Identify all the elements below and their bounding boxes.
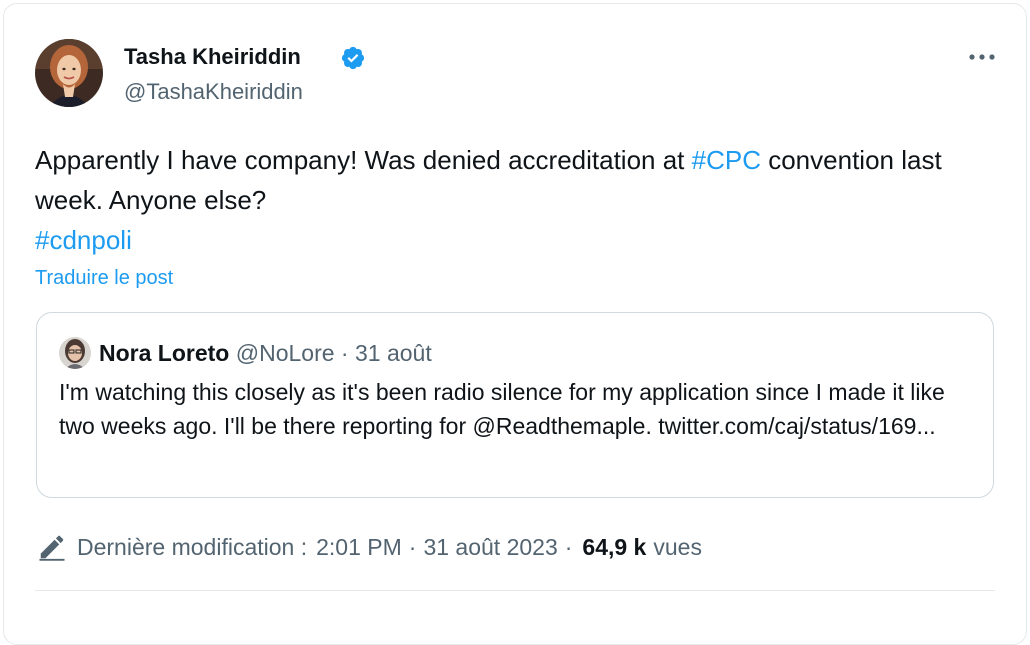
verified-badge-icon [340,45,366,71]
tweet-date[interactable]: 31 août 2023 [423,534,557,561]
views-count: 64,9 k [582,533,647,560]
tweet-footer: Dernière modification : 2:01 PM · 31 aoû… [37,524,702,570]
author-handle[interactable]: @TashaKheiriddin [124,77,303,107]
hashtag-link[interactable]: #cdnpoli [35,225,132,255]
author-avatar[interactable] [35,39,103,107]
divider [35,590,995,591]
separator-dot: · [340,340,349,366]
author-name[interactable]: Tasha Kheiriddin [124,42,301,72]
tweet-text: Apparently I have company! Was denied ac… [35,140,1010,260]
quoted-tweet-date: 31 août [354,340,432,366]
quoted-tweet-header: Nora Loreto @NoLore · 31 août [99,337,432,369]
translate-post-link[interactable]: Traduire le post [35,264,173,292]
quoted-author-name: Nora Loreto [99,340,230,366]
quoted-tweet[interactable]: Nora Loreto @NoLore · 31 août I'm watchi… [36,312,994,498]
separator-dot: · [564,533,573,560]
hashtag-link[interactable]: #CPC [692,145,761,175]
tweet-text-part: Apparently I have company! Was denied ac… [35,145,692,175]
edit-pencil-icon[interactable] [37,532,67,562]
quoted-tweet-text: I'm watching this closely as it's been r… [59,379,945,439]
tweet-time[interactable]: 2:01 PM [316,534,402,561]
quoted-author-handle: @NoLore [235,340,335,366]
views-label: vues [653,533,702,560]
quoted-author-avatar [59,337,91,369]
edited-label[interactable]: Dernière modification : [77,534,307,561]
more-options-icon[interactable] [962,42,1002,72]
separator-dot: · [408,533,417,560]
tweet-card: Tasha Kheiriddin @TashaKheiriddin Appare… [3,3,1027,645]
